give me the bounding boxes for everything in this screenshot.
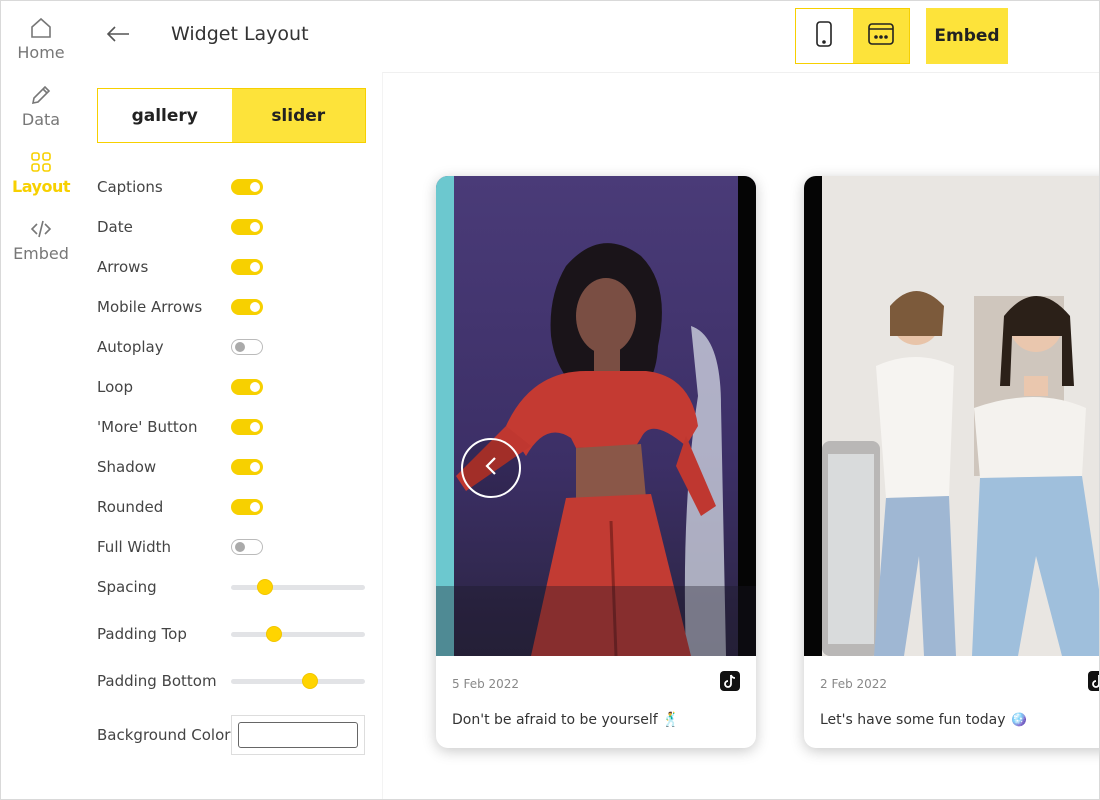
slider-track	[231, 632, 365, 637]
setting-label: Mobile Arrows	[97, 298, 203, 316]
page-title: Widget Layout	[171, 23, 309, 45]
post-card[interactable]: 2 Feb 2022 Let's have some fun today 🪩	[804, 176, 1099, 748]
shadow-toggle[interactable]	[231, 459, 263, 475]
arrows-toggle[interactable]	[231, 259, 263, 275]
setting-padding-top: Padding Top	[97, 622, 367, 646]
embed-button[interactable]: Embed	[926, 8, 1008, 64]
setting-more-button: 'More' Button	[97, 415, 367, 439]
setting-label: Loop	[97, 378, 133, 396]
toggle-knob	[250, 182, 260, 192]
setting-autoplay: Autoplay	[97, 335, 367, 359]
mobile-icon	[816, 21, 833, 51]
setting-label: Shadow	[97, 458, 157, 476]
toggle-knob	[250, 462, 260, 472]
post-caption: Don't be afraid to be yourself 🕺	[452, 712, 680, 728]
setting-mobile-arrows: Mobile Arrows	[97, 295, 367, 319]
toggle-knob	[250, 422, 260, 432]
home-icon	[28, 15, 54, 41]
arrow-left-icon	[106, 25, 130, 47]
app-frame: Home Data Layout Embed Widget Layout gal…	[0, 0, 1100, 800]
toggle-knob	[250, 302, 260, 312]
setting-spacing: Spacing	[97, 575, 367, 599]
slider-option[interactable]: slider	[231, 89, 365, 142]
chevron-left-icon	[483, 455, 499, 481]
setting-label: Autoplay	[97, 338, 164, 356]
padding-bottom-slider[interactable]	[231, 673, 365, 689]
setting-label: Spacing	[97, 578, 157, 596]
post-image	[436, 176, 756, 656]
nav-item-data[interactable]: Data	[1, 82, 81, 142]
back-button[interactable]	[103, 23, 133, 49]
toggle-knob	[250, 502, 260, 512]
slider-thumb[interactable]	[302, 673, 319, 689]
setting-label: Padding Top	[97, 625, 187, 643]
nav-item-embed[interactable]: Embed	[1, 216, 81, 276]
code-icon	[28, 216, 54, 242]
setting-label: Background Color	[97, 726, 231, 744]
pencil-icon	[28, 82, 54, 108]
browser-window-icon	[867, 23, 894, 49]
autoplay-toggle[interactable]	[231, 339, 263, 355]
post-caption: Let's have some fun today 🪩	[820, 712, 1028, 728]
nav-label: Layout	[12, 177, 70, 196]
setting-rounded: Rounded	[97, 495, 367, 519]
background-color-picker[interactable]	[231, 715, 365, 755]
setting-loop: Loop	[97, 375, 367, 399]
nav-rail: Home Data Layout Embed	[1, 1, 81, 799]
toggle-knob	[235, 342, 245, 352]
setting-background-color: Background Color	[97, 715, 367, 755]
slider-track	[231, 585, 365, 590]
device-toggle	[795, 8, 910, 64]
nav-label: Data	[21, 110, 61, 129]
toggle-knob	[250, 382, 260, 392]
post-date: 5 Feb 2022	[452, 677, 520, 691]
spacing-slider[interactable]	[231, 579, 365, 595]
more-button-toggle[interactable]	[231, 419, 263, 435]
setting-label: Captions	[97, 178, 163, 196]
setting-label: Date	[97, 218, 133, 236]
nav-label: Home	[17, 43, 65, 62]
setting-captions: Captions	[97, 175, 367, 199]
setting-full-width: Full Width	[97, 535, 367, 559]
toggle-knob	[250, 222, 260, 232]
tiktok-icon	[1088, 671, 1099, 691]
setting-label: Rounded	[97, 498, 164, 516]
color-swatch	[238, 722, 358, 748]
post-image	[804, 176, 1099, 656]
mobile-view-button[interactable]	[796, 9, 853, 63]
toggle-knob	[250, 262, 260, 272]
gallery-option[interactable]: gallery	[98, 89, 232, 142]
post-card[interactable]: 5 Feb 2022 Don't be afraid to be yoursel…	[436, 176, 756, 748]
nav-item-home[interactable]: Home	[1, 15, 81, 75]
prev-arrow-button[interactable]	[461, 438, 521, 498]
settings-panel: Widget Layout gallery slider Captions Da…	[81, 1, 381, 799]
setting-date: Date	[97, 215, 367, 239]
full-width-toggle[interactable]	[231, 539, 263, 555]
desktop-view-button[interactable]	[852, 9, 909, 63]
date-toggle[interactable]	[231, 219, 263, 235]
grid-icon	[28, 149, 54, 175]
slider-track	[231, 679, 365, 684]
setting-padding-bottom: Padding Bottom	[97, 669, 367, 693]
setting-label: 'More' Button	[97, 418, 198, 436]
nav-label: Embed	[13, 244, 69, 263]
slider-thumb[interactable]	[256, 579, 273, 595]
widget-preview: 5 Feb 2022 Don't be afraid to be yoursel…	[382, 72, 1099, 799]
setting-shadow: Shadow	[97, 455, 367, 479]
setting-label: Arrows	[97, 258, 149, 276]
toggle-knob	[235, 542, 245, 552]
setting-label: Padding Bottom	[97, 672, 217, 690]
tiktok-icon	[720, 671, 740, 691]
nav-item-layout[interactable]: Layout	[1, 149, 81, 209]
slider-thumb[interactable]	[265, 626, 282, 642]
setting-arrows: Arrows	[97, 255, 367, 279]
padding-top-slider[interactable]	[231, 626, 365, 642]
layout-mode-toggle: gallery slider	[97, 88, 366, 143]
rounded-toggle[interactable]	[231, 499, 263, 515]
loop-toggle[interactable]	[231, 379, 263, 395]
setting-label: Full Width	[97, 538, 171, 556]
post-date: 2 Feb 2022	[820, 677, 888, 691]
captions-toggle[interactable]	[231, 179, 263, 195]
mobile-arrows-toggle[interactable]	[231, 299, 263, 315]
